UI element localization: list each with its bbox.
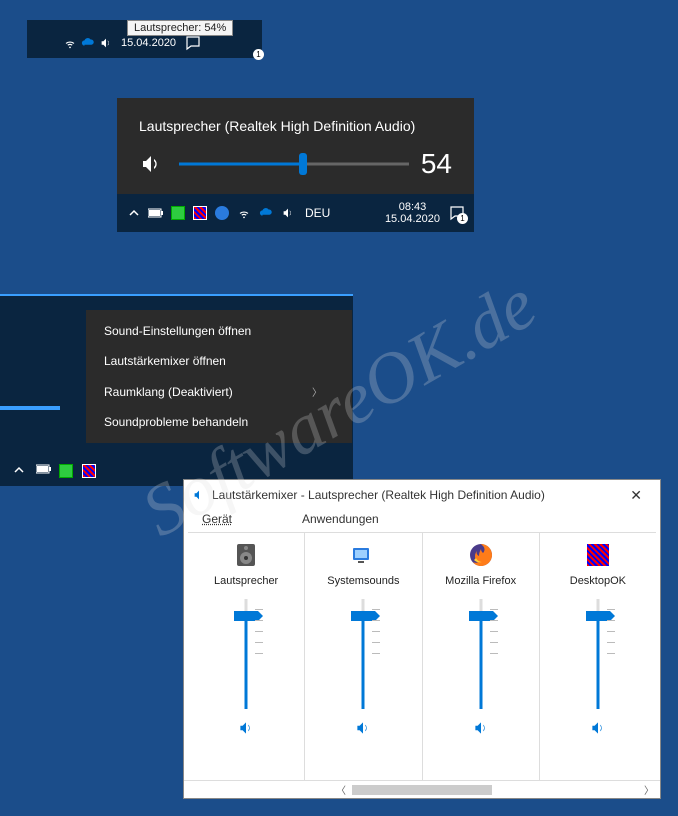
system-sounds-icon[interactable] [349,541,377,569]
mixer-slider-systemsounds[interactable] [344,599,382,709]
mixer-slider-speaker[interactable] [227,599,265,709]
mute-button[interactable] [472,719,490,737]
mute-button[interactable] [589,719,607,737]
mixer-col-speaker: Lautsprecher [188,532,304,780]
tray-date: 15.04.2020 [385,213,440,225]
mixer-body: Lautsprecher Systemsounds Mozilla Firefo… [184,532,660,780]
mixer-header-apps: Anwendungen [302,512,379,526]
taskbar-accent-line [0,406,60,410]
taskbar-tooltip-panel: Lautsprecher: 54% 15.04.2020 1 [27,20,262,58]
ctx-item-label: Raumklang (Deaktiviert) [104,385,233,399]
volume-tooltip: Lautsprecher: 54% [127,20,233,36]
mixer-col-name: DesktopOK [570,575,626,587]
notification-icon[interactable]: 1 [448,204,466,222]
taskbar-3 [0,458,102,486]
firefox-icon[interactable] [467,541,495,569]
tray-time: 08:43 [385,201,440,213]
volume-device-title: Lautsprecher (Realtek High Definition Au… [139,118,452,134]
wifi-icon[interactable] [61,36,79,50]
tray-app-blue-icon[interactable] [213,204,231,222]
mixer-slider-firefox[interactable] [462,599,500,709]
scroll-thumb[interactable] [352,785,492,795]
tray-chevron-up-icon[interactable] [125,204,143,222]
tray-app-green-icon[interactable] [59,464,76,481]
mixer-header-device: Gerät [202,512,302,526]
mixer-col-desktopok: DesktopOK [539,532,656,780]
mixer-col-name: Mozilla Firefox [445,575,516,587]
desktopok-icon[interactable] [584,541,612,569]
volume-context-menu: Sound-Einstellungen öffnen Lautstärkemix… [86,310,352,443]
ctx-open-volume-mixer[interactable]: Lautstärkemixer öffnen [86,346,352,376]
ctx-item-label: Soundprobleme behandeln [104,415,248,429]
tray-chevron-up-icon[interactable] [13,464,30,481]
mixer-scrollbar[interactable]: 〈 〉 [184,780,660,798]
notification-badge: 1 [253,49,264,60]
close-button[interactable]: ✕ [620,483,652,508]
mixer-col-name: Systemsounds [327,575,399,587]
volume-icon[interactable] [279,204,297,222]
notification-icon[interactable]: 1 [184,35,202,51]
mixer-title-text: Lautstärkemixer - Lautsprecher (Realtek … [212,488,545,502]
ctx-troubleshoot-sound[interactable]: Soundprobleme behandeln [86,407,352,437]
volume-slider[interactable] [179,154,409,174]
tray-app-pixel-icon[interactable] [82,464,99,481]
ctx-spatial-sound[interactable]: Raumklang (Deaktiviert) 〉 [86,376,352,407]
volume-level-number: 54 [421,148,452,180]
tray-app-green-icon[interactable] [169,204,187,222]
onedrive-icon[interactable] [79,36,97,50]
speaker-icon[interactable] [139,152,167,176]
context-menu-panel: Sound-Einstellungen öffnen Lautstärkemix… [0,294,353,486]
speaker-device-icon[interactable] [232,541,260,569]
ctx-item-label: Sound-Einstellungen öffnen [104,324,251,338]
battery-icon[interactable] [147,204,165,222]
notification-badge: 1 [457,213,468,224]
scroll-right-icon[interactable]: 〉 [644,782,654,797]
battery-icon[interactable] [36,464,53,481]
mixer-col-systemsounds: Systemsounds [304,532,421,780]
tray-app-pixel-icon[interactable] [191,204,209,222]
wifi-icon[interactable] [235,204,253,222]
tray-date[interactable]: 15.04.2020 [121,37,176,49]
mute-button[interactable] [354,719,372,737]
mute-button[interactable] [237,719,255,737]
language-indicator[interactable]: DEU [305,206,330,220]
mixer-slider-desktopok[interactable] [579,599,617,709]
taskbar-2: DEU 08:43 15.04.2020 1 [117,194,474,232]
mixer-col-firefox: Mozilla Firefox [422,532,539,780]
tray-clock[interactable]: 08:43 15.04.2020 [385,201,440,225]
chevron-right-icon: 〉 [312,384,322,399]
mixer-col-name: Lautsprecher [214,575,278,587]
volume-flyout-panel: Lautsprecher (Realtek High Definition Au… [117,98,474,232]
mixer-titlebar[interactable]: Lautstärkemixer - Lautsprecher (Realtek … [184,480,660,510]
onedrive-icon[interactable] [257,204,275,222]
speaker-icon [192,488,206,502]
scroll-left-icon[interactable]: 〈 [336,782,346,797]
volume-icon[interactable] [97,36,115,50]
ctx-open-sound-settings[interactable]: Sound-Einstellungen öffnen [86,316,352,346]
ctx-item-label: Lautstärkemixer öffnen [104,354,226,368]
volume-mixer-window: Lautstärkemixer - Lautsprecher (Realtek … [183,479,661,799]
